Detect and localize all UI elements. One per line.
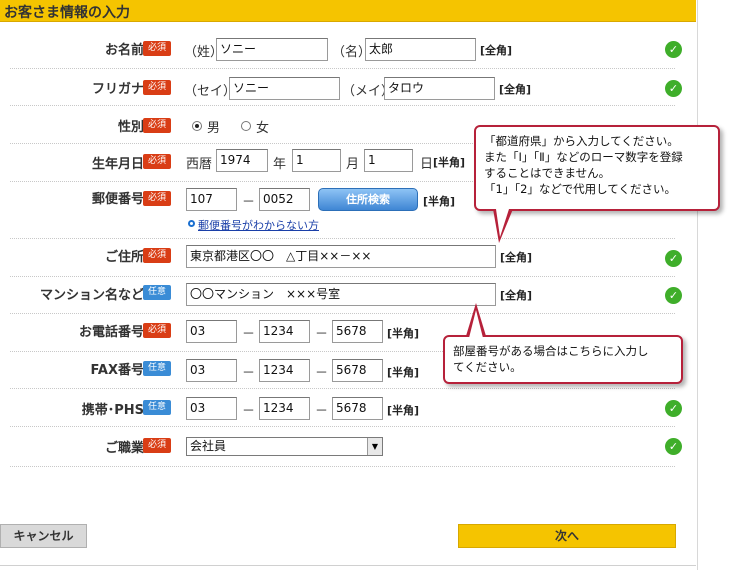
birth-day-input[interactable]: 1 bbox=[364, 149, 413, 172]
mobile-last-input[interactable]: 5678 bbox=[332, 397, 383, 420]
required-badge: 必須 bbox=[143, 41, 171, 56]
address-hint-tooltip: 「都道府県」から入力してください。 また「Ⅰ」「Ⅱ」などのローマ数字を登録 する… bbox=[474, 125, 720, 211]
row-kana: フリガナ 必須 （セイ） ソニー （メイ） タロウ [全角] ✓ bbox=[10, 69, 682, 106]
year-unit: 年 bbox=[273, 157, 287, 172]
required-badge: 必須 bbox=[143, 154, 171, 169]
fax-middle-input[interactable]: 1234 bbox=[259, 359, 310, 382]
customer-info-form: お客さま情報の入力 お名前 必須 （姓） ソニー （名） 太郎 [全角] ✓ フ… bbox=[0, 0, 730, 570]
postal-dash: － bbox=[242, 195, 256, 210]
birthday-label: 生年月日 bbox=[91, 157, 144, 172]
page-title: お客さま情報の入力 bbox=[4, 5, 130, 21]
row-building: マンション名など 任意 〇〇マンション ×××号室 [全角] ✓ bbox=[10, 277, 682, 314]
name-label: お名前 bbox=[104, 43, 144, 58]
mobile-dash: － bbox=[315, 404, 329, 419]
check-circle-icon: ✓ bbox=[665, 250, 682, 267]
mobile-middle-input[interactable]: 1234 bbox=[259, 397, 310, 420]
fax-area-input[interactable]: 03 bbox=[186, 359, 237, 382]
job-label: ご職業 bbox=[104, 441, 144, 456]
gender-female-radio[interactable] bbox=[241, 121, 251, 131]
first-name-input[interactable]: 太郎 bbox=[365, 38, 476, 61]
phone-middle-input[interactable]: 1234 bbox=[259, 320, 310, 343]
era-label: 西暦 bbox=[186, 157, 213, 172]
last-name-kana-input[interactable]: ソニー bbox=[229, 77, 340, 100]
first-name-kana-input[interactable]: タロウ bbox=[384, 77, 495, 100]
gender-female-label: 女 bbox=[256, 121, 270, 136]
required-badge: 必須 bbox=[143, 323, 171, 338]
gender-label: 性別 bbox=[117, 120, 144, 135]
bottom-divider bbox=[0, 565, 696, 566]
required-badge: 必須 bbox=[143, 118, 171, 133]
optional-badge: 任意 bbox=[143, 400, 171, 415]
day-unit: 日 bbox=[420, 157, 434, 172]
optional-badge: 任意 bbox=[143, 285, 171, 300]
halfwidth-note: [半角] bbox=[423, 195, 456, 208]
required-badge: 必須 bbox=[143, 438, 171, 453]
check-circle-icon: ✓ bbox=[665, 41, 682, 58]
halfwidth-note: [半角] bbox=[433, 156, 466, 169]
chevron-down-icon[interactable]: ▼ bbox=[367, 438, 382, 455]
postal-help-link[interactable]: 郵便番号がわからない方 bbox=[198, 217, 319, 233]
check-circle-icon: ✓ bbox=[665, 80, 682, 97]
mobile-label: 携帯･PHS bbox=[81, 403, 144, 418]
job-select[interactable]: 会社員 ▼ bbox=[186, 437, 383, 456]
phone-dash: － bbox=[315, 327, 329, 342]
birth-month-input[interactable]: 1 bbox=[292, 149, 341, 172]
right-divider bbox=[697, 0, 698, 570]
fullwidth-note: [全角] bbox=[500, 289, 533, 302]
kana-label: フリガナ bbox=[91, 82, 144, 97]
halfwidth-note: [半角] bbox=[387, 327, 420, 340]
mobile-dash: － bbox=[242, 404, 256, 419]
gender-male-label: 男 bbox=[207, 121, 221, 136]
cancel-button[interactable]: キャンセル bbox=[0, 524, 87, 548]
month-unit: 月 bbox=[346, 157, 360, 172]
fullwidth-note: [全角] bbox=[480, 44, 513, 57]
row-job: ご職業 必須 会社員 ▼ ✓ bbox=[10, 427, 682, 467]
fax-last-input[interactable]: 5678 bbox=[332, 359, 383, 382]
check-circle-icon: ✓ bbox=[665, 400, 682, 417]
phone-area-input[interactable]: 03 bbox=[186, 320, 237, 343]
postal-second-input[interactable]: 0052 bbox=[259, 188, 310, 211]
row-name: お名前 必須 （姓） ソニー （名） 太郎 [全角] ✓ bbox=[10, 30, 682, 69]
postal-label: 郵便番号 bbox=[91, 192, 144, 207]
fax-label: FAX番号 bbox=[90, 363, 144, 378]
birth-year-input[interactable]: 1974 bbox=[216, 149, 268, 172]
building-input[interactable]: 〇〇マンション ×××号室 bbox=[186, 283, 496, 306]
job-select-value: 会社員 bbox=[190, 439, 227, 453]
required-badge: 必須 bbox=[143, 191, 171, 206]
tooltip-tail-fill bbox=[469, 310, 483, 338]
gender-male-radio[interactable] bbox=[192, 121, 202, 131]
check-circle-icon: ✓ bbox=[665, 287, 682, 304]
halfwidth-note: [半角] bbox=[387, 404, 420, 417]
next-button[interactable]: 次へ bbox=[458, 524, 676, 548]
optional-badge: 任意 bbox=[143, 361, 171, 376]
building-hint-tooltip: 部屋番号がある場合はこちらに入力し てください。 bbox=[443, 335, 683, 384]
tooltip-tail-fill bbox=[496, 209, 509, 237]
mobile-area-input[interactable]: 03 bbox=[186, 397, 237, 420]
phone-label: お電話番号 bbox=[78, 325, 144, 340]
fax-dash: － bbox=[242, 366, 256, 381]
address-search-button[interactable]: 住所検索 bbox=[318, 188, 418, 211]
building-label: マンション名など bbox=[39, 288, 144, 303]
phone-dash: － bbox=[242, 327, 256, 342]
required-badge: 必須 bbox=[143, 80, 171, 95]
halfwidth-note: [半角] bbox=[387, 366, 420, 379]
required-badge: 必須 bbox=[143, 248, 171, 263]
address-label: ご住所 bbox=[104, 250, 144, 265]
postal-first-input[interactable]: 107 bbox=[186, 188, 237, 211]
header-bar: お客さま情報の入力 bbox=[0, 0, 696, 22]
row-address: ご住所 必須 東京都港区〇〇 △丁目××－×× [全角] ✓ bbox=[10, 239, 682, 277]
fullwidth-note: [全角] bbox=[500, 251, 533, 264]
fax-dash: － bbox=[315, 366, 329, 381]
address-input[interactable]: 東京都港区〇〇 △丁目××－×× bbox=[186, 245, 496, 268]
last-name-input[interactable]: ソニー bbox=[216, 38, 328, 61]
row-mobile: 携帯･PHS 任意 03 － 1234 － 5678 [半角] ✓ bbox=[10, 389, 682, 427]
check-circle-icon: ✓ bbox=[665, 438, 682, 455]
circle-bullet-icon bbox=[188, 220, 195, 227]
phone-last-input[interactable]: 5678 bbox=[332, 320, 383, 343]
fullwidth-note: [全角] bbox=[499, 83, 532, 96]
